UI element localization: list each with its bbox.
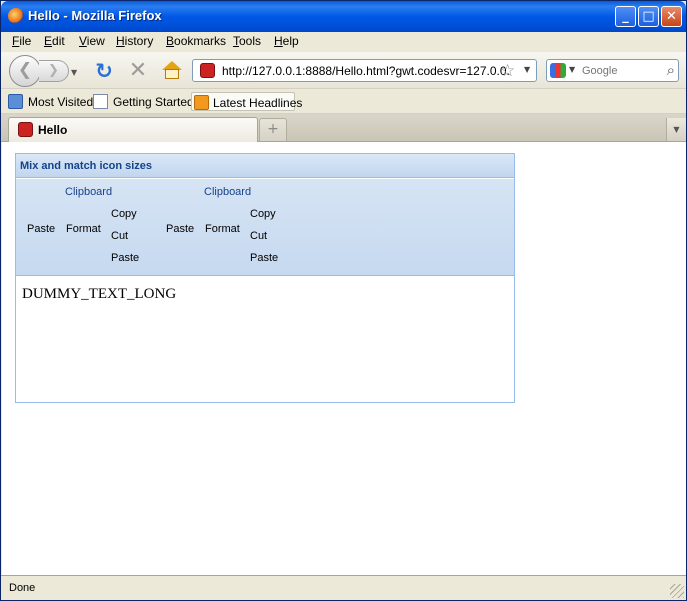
- search-bar[interactable]: ▼ ⌕: [546, 59, 679, 82]
- body-text: DUMMY_TEXT_LONG: [22, 286, 177, 302]
- home-body: [165, 69, 179, 79]
- close-icon: ✕: [666, 9, 677, 24]
- copy-button[interactable]: Copy: [111, 208, 137, 220]
- title-bar[interactable]: Hello - Mozilla Firefox _ □ ✕: [1, 1, 686, 32]
- tab-label: Hello: [38, 123, 68, 137]
- group-title: Clipboard: [65, 186, 113, 198]
- search-input[interactable]: [582, 63, 656, 79]
- forward-button[interactable]: ❯: [39, 60, 69, 82]
- close-button[interactable]: ✕: [661, 6, 682, 27]
- group-title: Clipboard: [204, 186, 252, 198]
- tab-list-dropdown-icon[interactable]: ▼: [666, 118, 686, 141]
- bookmark-label: Most Visited: [28, 95, 94, 109]
- window-title: Hello - Mozilla Firefox: [28, 8, 162, 23]
- panel-body: DUMMY_TEXT_LONG: [16, 277, 514, 402]
- bookmark-latest-headlines[interactable]: Latest Headlines: [191, 92, 302, 111]
- maximize-icon: □: [642, 9, 655, 24]
- url-text[interactable]: http://127.0.0.1:8888/Hello.html?gwt.cod…: [222, 64, 510, 78]
- folder-icon: [8, 94, 23, 109]
- status-text: Done: [9, 582, 36, 594]
- minimize-icon: _: [622, 9, 629, 24]
- bookmark-label: Getting Started: [113, 95, 194, 109]
- page-icon: [93, 94, 108, 109]
- new-tab-button[interactable]: +: [259, 118, 287, 141]
- forward-arrow-icon: ❯: [48, 63, 59, 78]
- paste-button[interactable]: Paste: [27, 223, 55, 235]
- copy-button[interactable]: Copy: [250, 208, 276, 220]
- menu-bookmarks[interactable]: Bookmarks: [166, 34, 226, 48]
- tab-hello[interactable]: Hello: [8, 117, 258, 142]
- bookmark-most-visited[interactable]: Most Visited: [8, 92, 94, 111]
- minimize-button[interactable]: _: [615, 6, 636, 27]
- rss-icon: [194, 95, 209, 110]
- resize-grip-icon[interactable]: [670, 584, 684, 598]
- history-dropdown-icon[interactable]: ▼: [71, 68, 80, 77]
- back-button[interactable]: ❮: [9, 55, 41, 87]
- search-icon[interactable]: ⌕: [667, 61, 675, 79]
- cut-button[interactable]: Cut: [250, 230, 267, 242]
- status-bar: Done: [1, 575, 686, 600]
- menu-help[interactable]: Help: [274, 34, 299, 48]
- firefox-icon: [8, 8, 24, 24]
- bookmark-label: Latest Headlines: [213, 96, 303, 110]
- menu-view[interactable]: View: [79, 34, 105, 48]
- home-icon[interactable]: [161, 60, 183, 82]
- panel-header: Mix and match icon sizes: [16, 154, 514, 178]
- bookmarks-toolbar: Most Visited Getting Started Latest Head…: [1, 89, 686, 114]
- menu-bar: File Edit View History Bookmarks Tools H…: [1, 32, 686, 52]
- paste-button[interactable]: Paste: [166, 223, 194, 235]
- cut-button[interactable]: Cut: [111, 230, 128, 242]
- search-engine-icon[interactable]: [550, 63, 566, 78]
- ribbon-panel: Mix and match icon sizes Clipboard Paste…: [15, 153, 515, 403]
- paste-small-button[interactable]: Paste: [250, 252, 278, 264]
- ribbon-toolbar: Clipboard Paste Format Copy Cut Paste Cl…: [16, 179, 514, 276]
- tab-strip: Hello + ▼: [1, 114, 686, 142]
- reload-icon[interactable]: ↻: [93, 60, 115, 82]
- panel-title: Mix and match icon sizes: [20, 160, 153, 172]
- bookmark-getting-started[interactable]: Getting Started: [93, 92, 194, 111]
- menu-history[interactable]: History: [116, 34, 153, 48]
- maximize-button[interactable]: □: [638, 6, 659, 27]
- menu-tools[interactable]: Tools: [233, 34, 261, 48]
- stop-icon[interactable]: ✕: [127, 60, 149, 82]
- search-engine-dropdown-icon[interactable]: ▼: [569, 65, 575, 74]
- format-button[interactable]: Format: [66, 223, 101, 235]
- bookmark-star-icon[interactable]: ☆: [500, 61, 515, 81]
- menu-file[interactable]: File: [12, 34, 31, 48]
- paste-small-button[interactable]: Paste: [111, 252, 139, 264]
- url-bar[interactable]: http://127.0.0.1:8888/Hello.html?gwt.cod…: [192, 59, 537, 82]
- format-button[interactable]: Format: [205, 223, 240, 235]
- url-dropdown-icon[interactable]: ▼: [524, 65, 530, 74]
- site-favicon-icon: [200, 63, 215, 78]
- plus-icon: +: [267, 121, 279, 137]
- tab-favicon-icon: [18, 122, 33, 137]
- browser-window: Hello - Mozilla Firefox _ □ ✕ File Edit …: [0, 0, 687, 601]
- back-arrow-icon: ❮: [17, 60, 33, 80]
- menu-edit[interactable]: Edit: [44, 34, 65, 48]
- page-content: Mix and match icon sizes Clipboard Paste…: [2, 142, 686, 575]
